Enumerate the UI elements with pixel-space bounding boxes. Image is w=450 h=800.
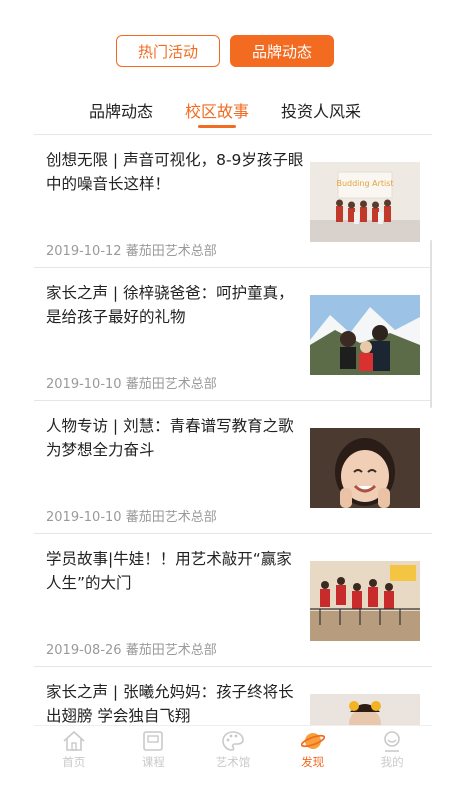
profile-icon (384, 730, 400, 752)
article-thumbnail (310, 428, 420, 508)
article-meta: 2019-10-10 蕃茄田艺术总部 (46, 506, 217, 525)
article-date: 2019-10-10 (46, 377, 122, 392)
article-source: 蕃茄田艺术总部 (125, 377, 217, 392)
tab-campus-stories[interactable]: 校区故事 (185, 90, 249, 130)
tab-brand-news[interactable]: 品牌动态 (89, 90, 153, 130)
nav-label: 发现 (301, 754, 325, 769)
article-date: 2019-10-10 (46, 510, 122, 525)
nav-label: 我的 (380, 754, 404, 769)
nav-home[interactable]: 首页 (39, 726, 109, 773)
top-toggle: 热门活动 品牌动态 (0, 35, 450, 67)
bottom-nav: 首页 课程 艺术馆 发现 我的 (34, 725, 432, 773)
article-title: 家长之声 | 徐梓骁爸爸：呵护童真，是给孩子最好的礼物 (46, 284, 294, 326)
article-title: 创想无限 | 声音可视化，8-9岁孩子眼中的噪音长这样！ (46, 151, 304, 193)
nav-label: 首页 (62, 754, 86, 769)
article-meta: 2019-10-10 蕃茄田艺术总部 (46, 373, 217, 392)
article-thumbnail (310, 694, 420, 725)
sub-tabs: 品牌动态 校区故事 投资人风采 (0, 90, 450, 130)
hot-activities-button[interactable]: 热门活动 (116, 35, 220, 67)
article-source: 蕃茄田艺术总部 (125, 244, 217, 259)
discover-icon (300, 732, 325, 749)
article-title: 人物专访 | 刘慧：青春谱写教育之歌 为梦想全力奋斗 (46, 417, 294, 459)
article-item[interactable]: 人物专访 | 刘慧：青春谱写教育之歌 为梦想全力奋斗 2019-10-10 蕃茄… (34, 401, 432, 534)
article-item[interactable]: 家长之声 | 张曦允妈妈：孩子终将长出翅膀 学会独自飞翔 (34, 667, 432, 725)
article-thumbnail (310, 561, 420, 641)
article-title: 家长之声 | 张曦允妈妈：孩子终将长出翅膀 学会独自飞翔 (46, 683, 294, 725)
article-date: 2019-08-26 (46, 643, 122, 658)
article-thumbnail (310, 295, 420, 375)
nav-gallery[interactable]: 艺术馆 (198, 726, 268, 773)
article-meta: 2019-10-12 蕃茄田艺术总部 (46, 240, 217, 259)
article-meta: 2019-08-26 蕃茄田艺术总部 (46, 639, 217, 658)
course-icon (143, 730, 164, 751)
article-item[interactable]: 创想无限 | 声音可视化，8-9岁孩子眼中的噪音长这样！ 2019-10-12 … (34, 135, 432, 268)
palette-icon (222, 730, 244, 751)
nav-courses[interactable]: 课程 (118, 726, 188, 773)
article-item[interactable]: 学员故事|牛娃！！用艺术敲开“赢家人生”的大门 2019-08-26 蕃茄田艺术… (34, 534, 432, 667)
article-date: 2019-10-12 (46, 244, 122, 259)
article-item[interactable]: 家长之声 | 徐梓骁爸爸：呵护童真，是给孩子最好的礼物 2019-10-10 蕃… (34, 268, 432, 401)
nav-label: 艺术馆 (215, 754, 251, 769)
scroll-indicator[interactable] (430, 240, 432, 408)
home-icon (63, 730, 85, 751)
nav-discover[interactable]: 发现 (278, 726, 348, 773)
article-source: 蕃茄田艺术总部 (125, 510, 217, 525)
article-source: 蕃茄田艺术总部 (125, 643, 217, 658)
article-feed[interactable]: 创想无限 | 声音可视化，8-9岁孩子眼中的噪音长这样！ 2019-10-12 … (34, 135, 432, 725)
tab-investor-showcase[interactable]: 投资人风采 (281, 90, 361, 130)
nav-label: 课程 (141, 754, 165, 769)
article-thumbnail: Budding Artist (310, 162, 420, 242)
thumbnail-sign-text: Budding Artist (336, 179, 393, 188)
article-title: 学员故事|牛娃！！用艺术敲开“赢家人生”的大门 (46, 550, 292, 592)
brand-news-button[interactable]: 品牌动态 (230, 35, 334, 67)
nav-profile[interactable]: 我的 (357, 726, 427, 773)
